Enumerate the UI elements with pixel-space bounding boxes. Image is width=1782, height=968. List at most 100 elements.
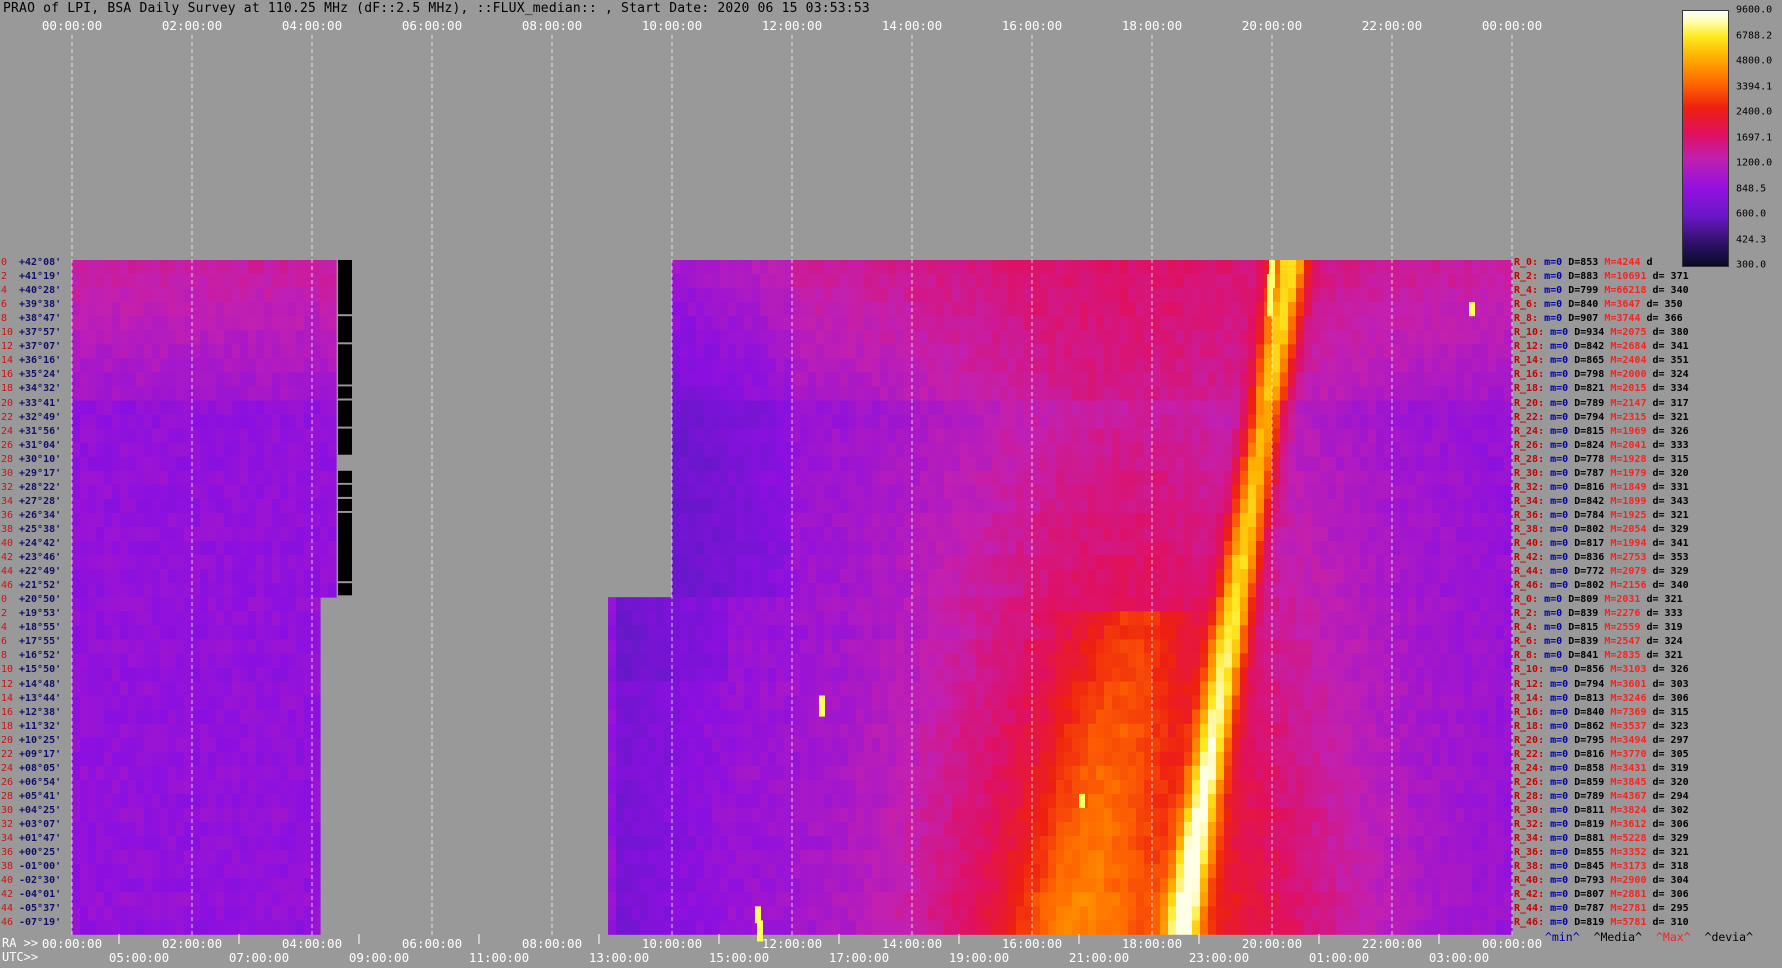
heatmap-cell	[688, 541, 697, 556]
heatmap-cell	[1256, 330, 1265, 345]
heatmap-cell	[848, 316, 857, 331]
heatmap-cell	[1264, 344, 1273, 359]
heatmap-cell	[728, 611, 737, 626]
heatmap-cell	[1360, 597, 1369, 612]
heatmap-cell	[1216, 442, 1225, 457]
heatmap-cell	[704, 555, 713, 570]
heatmap-cell	[696, 667, 705, 682]
heatmap-cell	[1448, 498, 1457, 514]
heatmap-cell	[1168, 583, 1177, 598]
heatmap-cell	[960, 428, 969, 443]
heatmap-cell	[1464, 625, 1473, 640]
heatmap-cell	[152, 470, 161, 486]
heatmap-cell	[864, 372, 873, 387]
heatmap-cell	[1216, 330, 1225, 345]
heatmap-cell	[1112, 274, 1121, 289]
heatmap-cell	[704, 527, 713, 542]
heatmap-cell	[1344, 372, 1353, 387]
heatmap-cell	[1008, 569, 1017, 584]
heatmap-cell	[752, 386, 761, 401]
heatmap-cell	[312, 470, 321, 486]
heatmap-cell	[1136, 386, 1145, 401]
heatmap-cell	[1240, 737, 1249, 753]
heatmap-cell	[776, 428, 785, 443]
heatmap-cell	[1072, 723, 1081, 739]
heatmap-cell	[1240, 274, 1249, 289]
heatmap-cell	[1296, 695, 1305, 710]
heatmap-cell	[1152, 512, 1161, 528]
heatmap-cell	[1232, 260, 1241, 275]
heatmap-cell	[1312, 260, 1321, 275]
heatmap-cell	[672, 681, 681, 696]
heatmap-cell	[1208, 344, 1217, 359]
heatmap-cell	[296, 751, 305, 767]
heatmap-cell	[1048, 442, 1057, 457]
heatmap-cell	[1440, 611, 1449, 626]
heatmap-cell	[1168, 274, 1177, 289]
heatmap-cell	[1400, 541, 1409, 556]
heatmap-cell	[240, 541, 249, 556]
heatmap-cell	[1432, 288, 1441, 303]
heatmap-cell	[912, 372, 921, 387]
heatmap-cell	[928, 414, 937, 429]
heatmap-cell	[304, 541, 313, 556]
heatmap-cell	[896, 484, 905, 500]
heatmap-cell	[1120, 639, 1129, 654]
heatmap-cell	[80, 681, 89, 696]
heatmap-cell	[1088, 442, 1097, 457]
heatmap-cell	[1136, 541, 1145, 556]
heatmap-cell	[128, 274, 137, 289]
heatmap-cell	[952, 709, 961, 724]
heatmap-cell	[1336, 400, 1345, 415]
heatmap-cell	[1344, 358, 1353, 373]
heatmap-cell	[976, 639, 985, 654]
heatmap-cell	[264, 723, 273, 739]
heatmap-cell	[1320, 737, 1329, 753]
heatmap-cell	[1240, 428, 1249, 443]
heatmap-cell	[1448, 723, 1457, 739]
heatmap-cell	[736, 330, 745, 345]
heatmap-cell	[1488, 541, 1497, 556]
heatmap-cell	[1120, 597, 1129, 612]
heatmap-cell	[1448, 414, 1457, 429]
heatmap-cell	[888, 456, 897, 472]
heatmap-cell	[144, 555, 153, 570]
heatmap-cell	[672, 667, 681, 682]
heatmap-cell	[120, 667, 129, 682]
heatmap-cell	[896, 611, 905, 626]
heatmap-cell	[856, 344, 865, 359]
heatmap-cell	[1104, 358, 1113, 373]
heatmap-cell	[1440, 695, 1449, 710]
heatmap-cell	[1360, 681, 1369, 696]
heatmap-cell	[1224, 597, 1233, 612]
heatmap-cell	[80, 302, 89, 317]
heatmap-cell	[1216, 372, 1225, 387]
heatmap-cell	[1184, 456, 1193, 472]
heatmap-cell	[1368, 512, 1377, 528]
heatmap-cell	[1440, 442, 1449, 457]
heatmap-cell	[280, 737, 289, 753]
heatmap-cell	[776, 498, 785, 514]
heatmap-cell	[144, 667, 153, 682]
heatmap-cell	[920, 653, 929, 668]
heatmap-cell	[1048, 527, 1057, 542]
heatmap-cell	[1424, 344, 1433, 359]
heatmap-cell	[1104, 527, 1113, 542]
heatmap-cell	[1488, 555, 1497, 570]
heatmap-cell	[1056, 541, 1065, 556]
heatmap-cell	[1104, 442, 1113, 457]
heatmap-cell	[128, 470, 137, 486]
heatmap-cell	[1272, 695, 1281, 710]
heatmap-cell	[128, 358, 137, 373]
heatmap-cell	[800, 470, 809, 486]
heatmap-cell	[1352, 456, 1361, 472]
heatmap-cell	[712, 555, 721, 570]
heatmap-cell	[1056, 386, 1065, 401]
heatmap-cell	[1152, 653, 1161, 668]
heatmap-cell	[1224, 527, 1233, 542]
heatmap-cell	[968, 358, 977, 373]
heatmap-cell	[968, 555, 977, 570]
heatmap-cell	[320, 288, 329, 303]
heatmap-cell	[880, 597, 889, 612]
heatmap-cell	[128, 723, 137, 739]
